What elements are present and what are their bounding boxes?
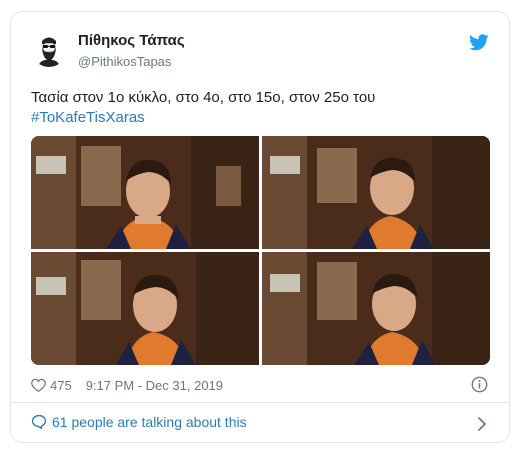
speech-bubble-icon xyxy=(31,414,47,430)
photo-woman-image xyxy=(262,252,490,365)
tweet-card[interactable]: Πίθηκος Τάπας @PithikosTapas Τασία στον … xyxy=(10,11,510,443)
photo-woman-image xyxy=(262,136,490,249)
author-handle[interactable]: @PithikosTapas xyxy=(78,54,171,69)
photo-woman-image xyxy=(31,136,259,249)
media-tile[interactable] xyxy=(262,252,490,365)
divider xyxy=(11,402,509,403)
hashtag-link[interactable]: #ToKafeTisXaras xyxy=(31,108,491,128)
conversation-text[interactable]: 61 people are talking about this xyxy=(52,414,247,430)
tweet-text: Τασία στον 1ο κύκλο, στο 4ο, στο 15ο, στ… xyxy=(31,88,491,128)
media-tile[interactable] xyxy=(31,136,259,249)
media-tile[interactable] xyxy=(31,252,259,365)
info-icon[interactable] xyxy=(471,376,488,398)
twitter-bird-icon[interactable] xyxy=(469,34,489,56)
tweet-meta: 475 9:17 PM - Dec 31, 2019 xyxy=(31,377,223,393)
media-tile[interactable] xyxy=(262,136,490,249)
conversation-link[interactable]: 61 people are talking about this xyxy=(31,414,247,430)
timestamp[interactable]: 9:17 PM - Dec 31, 2019 xyxy=(86,378,223,393)
avatar[interactable] xyxy=(31,31,67,67)
chevron-right-icon[interactable] xyxy=(477,417,487,436)
like-count[interactable]: 475 xyxy=(50,378,72,393)
avatar-bearded-man-icon xyxy=(31,31,67,67)
heart-icon[interactable] xyxy=(31,378,46,392)
photo-woman-image xyxy=(31,252,259,365)
author-name[interactable]: Πίθηκος Τάπας xyxy=(78,32,185,49)
media-grid[interactable] xyxy=(31,136,490,365)
tweet-body: Τασία στον 1ο κύκλο, στο 4ο, στο 15ο, στ… xyxy=(31,89,376,106)
